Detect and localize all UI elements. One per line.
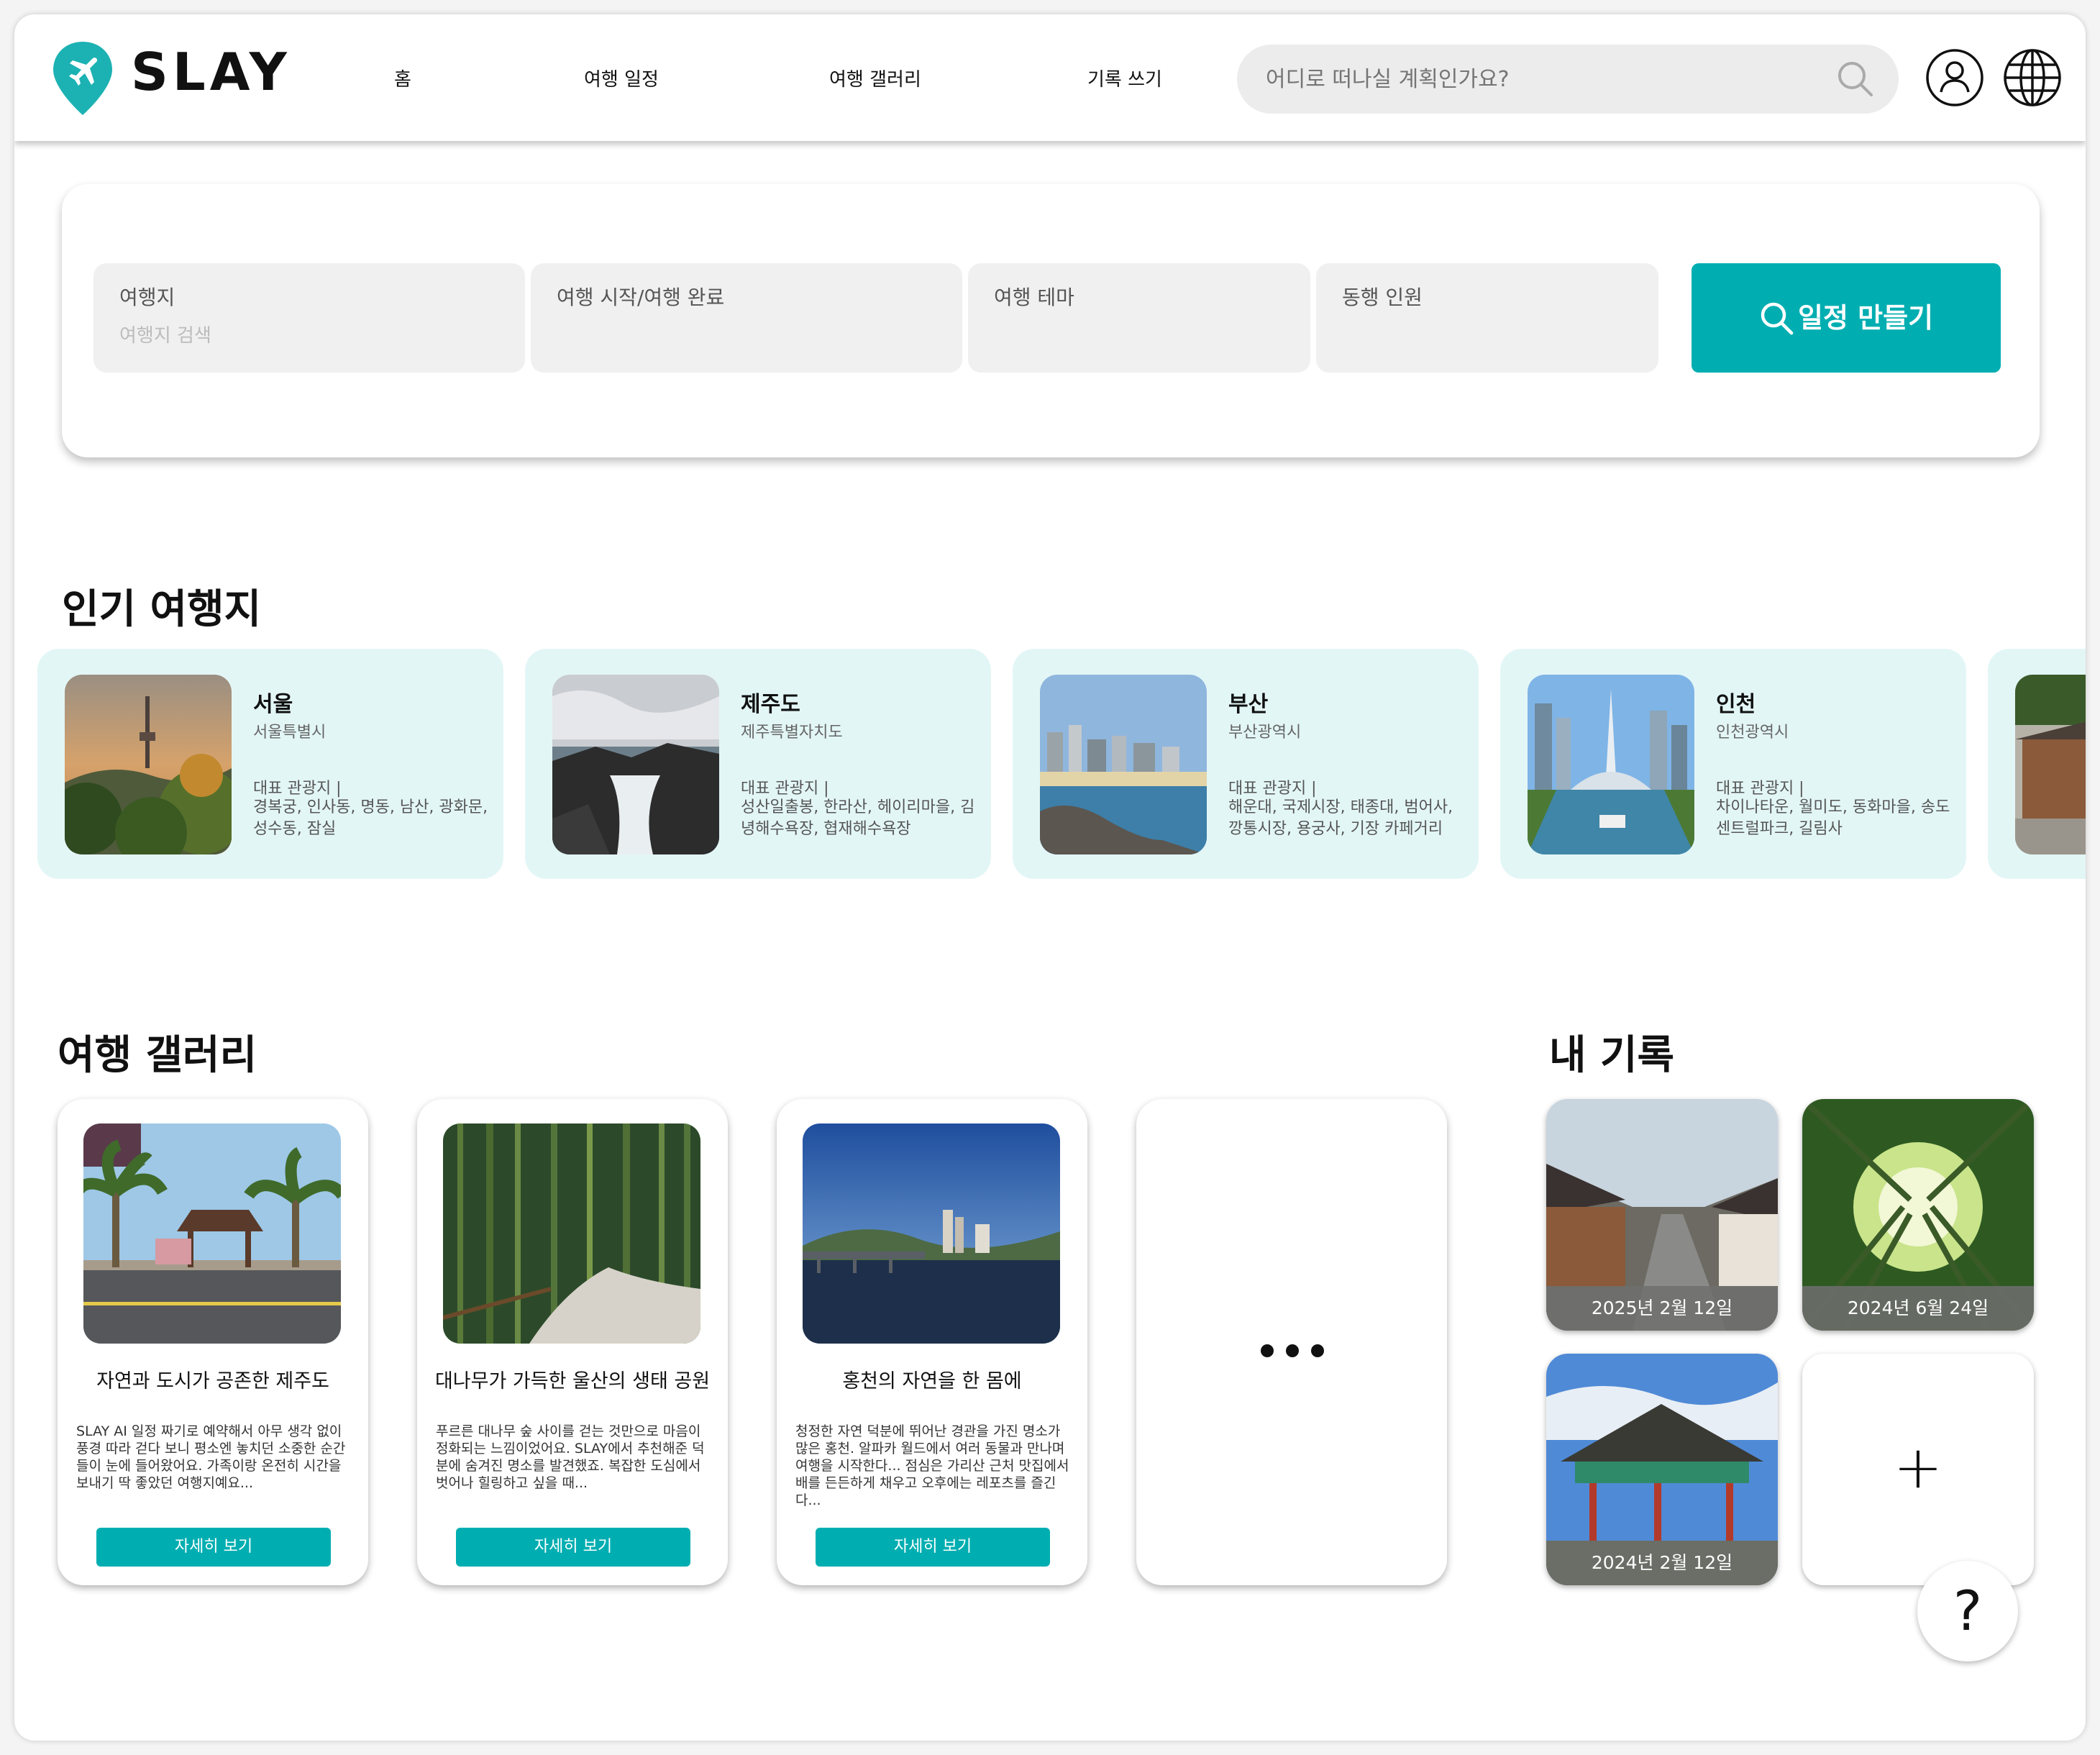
nav-home[interactable]: 홈 xyxy=(394,65,411,91)
seoul-image xyxy=(65,675,232,854)
companions-label: 동행 인원 xyxy=(1342,286,1423,309)
destination-highlight-label: 대표 관광지 | xyxy=(741,780,829,798)
destination-image xyxy=(2015,675,2086,854)
app-frame: SLAY 홈 여행 일정 여행 갤러리 기록 쓰기 여행지 여행 xyxy=(14,14,2086,1741)
destination-name: 인천 xyxy=(1716,692,1756,717)
gallery-description: 청정한 자연 덕분에 뛰어난 경관을 가진 명소가 많은 홍천. 알파카 월드에… xyxy=(795,1423,1069,1508)
destination-region: 인천광역시 xyxy=(1716,724,1789,742)
gallery-image-jeju-street xyxy=(83,1123,341,1344)
trip-planner: 여행지 여행지 검색 여행 시작/여행 완료 여행 테마 동행 인원 일정 만들… xyxy=(62,184,2040,457)
gallery-title-text: 자연과 도시가 공존한 제주도 xyxy=(96,1370,329,1392)
gallery-title: 여행 갤러리 xyxy=(58,1032,257,1079)
destination-region: 제주특별자치도 xyxy=(741,724,843,742)
gallery-card: 자연과 도시가 공존한 제주도 SLAY AI 일정 짜기로 예약해서 아무 생… xyxy=(58,1099,368,1585)
destination-placeholder: 여행지 검색 xyxy=(119,325,211,347)
logo-pin-plane-icon[interactable] xyxy=(50,39,115,118)
gallery-description: 푸르른 대나무 숲 사이를 걷는 것만으로 마음이 정화되는 느낌이었어요. S… xyxy=(436,1423,705,1491)
record-date: 2025년 2월 12일 xyxy=(1546,1286,1778,1331)
date-range-field[interactable]: 여행 시작/여행 완료 xyxy=(531,263,962,373)
record-card[interactable]: 2025년 2월 12일 xyxy=(1546,1099,1778,1331)
search-bar xyxy=(1237,45,1899,114)
record-card[interactable]: 2024년 2월 12일 xyxy=(1546,1354,1778,1585)
destination-spots: 해운대, 국제시장, 태종대, 범어사, 깡통시장, 용궁사, 기장 카페거리 xyxy=(1228,798,1453,838)
gallery-image-bamboo-path xyxy=(443,1123,700,1344)
destination-name: 부산 xyxy=(1228,692,1269,717)
record-card[interactable]: 2024년 6월 24일 xyxy=(1802,1099,2034,1331)
help-button[interactable]: ? xyxy=(1917,1561,2018,1661)
destination-spots: 경복궁, 인사동, 명동, 남산, 광화문, 성수동, 잠실 xyxy=(253,798,488,838)
more-icon xyxy=(1261,1344,1324,1357)
theme-field[interactable]: 여행 테마 xyxy=(968,263,1310,373)
nav-gallery[interactable]: 여행 갤러리 xyxy=(829,65,921,91)
theme-label: 여행 테마 xyxy=(994,286,1074,309)
destination-name: 서울 xyxy=(253,692,293,717)
destination-card-jeju[interactable]: 제주도 제주특별자치도 대표 관광지 | 성산일출봉, 한라산, 헤이리마을, … xyxy=(525,649,991,879)
records-title: 내 기록 xyxy=(1549,1032,1675,1079)
gallery-title-text: 대나무가 가득한 울산의 생태 공원 xyxy=(434,1370,711,1392)
destination-highlight-label: 대표 관광지 | xyxy=(253,780,342,798)
destination-spots: 차이나타운, 월미도, 동화마을, 송도 센트럴파크, 길림사 xyxy=(1716,798,1950,838)
date-range-label: 여행 시작/여행 완료 xyxy=(557,286,725,309)
destination-region: 부산광역시 xyxy=(1228,724,1302,742)
destination-card-incheon[interactable]: 인천 인천광역시 대표 관광지 | 차이나타운, 월미도, 동화마을, 송도 센… xyxy=(1500,649,1966,879)
header: SLAY 홈 여행 일정 여행 갤러리 기록 쓰기 xyxy=(14,14,2086,141)
user-icon[interactable] xyxy=(1925,47,1985,108)
add-record-button[interactable]: + xyxy=(1802,1354,2034,1585)
gallery-title-text: 홍천의 자연을 한 몸에 xyxy=(842,1370,1022,1392)
destination-highlight-label: 대표 관광지 | xyxy=(1228,780,1317,798)
destination-highlight-label: 대표 관광지 | xyxy=(1716,780,1804,798)
destination-label: 여행지 xyxy=(119,286,175,309)
gallery-card: 홍천의 자연을 한 몸에 청정한 자연 덕분에 뛰어난 경관을 가진 명소가 많… xyxy=(777,1099,1087,1585)
gallery-card: 대나무가 가득한 울산의 생태 공원 푸르른 대나무 숲 사이를 걷는 것만으로… xyxy=(417,1099,728,1585)
record-date: 2024년 2월 12일 xyxy=(1546,1541,1778,1585)
create-itinerary-button[interactable]: 일정 만들기 xyxy=(1692,263,2001,373)
destination-card-partial[interactable] xyxy=(1988,649,2086,879)
destination-spots: 성산일출봉, 한라산, 헤이리마을, 김녕해수욕장, 협재해수욕장 xyxy=(741,798,975,838)
nav-write-record[interactable]: 기록 쓰기 xyxy=(1087,65,1162,91)
record-date: 2024년 6월 24일 xyxy=(1802,1286,2034,1331)
view-details-button[interactable]: 자세히 보기 xyxy=(456,1528,690,1567)
plus-icon: + xyxy=(1893,1433,1943,1502)
brand-name[interactable]: SLAY xyxy=(131,46,291,98)
destination-name: 제주도 xyxy=(741,692,800,717)
search-icon xyxy=(1761,302,1794,335)
create-itinerary-label: 일정 만들기 xyxy=(1798,302,1934,334)
gallery-more-card[interactable] xyxy=(1136,1099,1447,1585)
search-input[interactable] xyxy=(1266,45,1827,114)
view-details-button[interactable]: 자세히 보기 xyxy=(816,1528,1050,1567)
gallery-description: SLAY AI 일정 짜기로 예약해서 아무 생각 없이 풍경 따라 걷다 보니… xyxy=(76,1423,346,1491)
nav-itinerary[interactable]: 여행 일정 xyxy=(584,65,659,91)
destination-field[interactable]: 여행지 여행지 검색 xyxy=(93,263,525,373)
jeju-image xyxy=(552,675,719,854)
gallery-image-river-bridge xyxy=(803,1123,1060,1344)
view-details-button[interactable]: 자세히 보기 xyxy=(96,1528,331,1567)
destination-card-seoul[interactable]: 서울 서울특별시 대표 관광지 | 경복궁, 인사동, 명동, 남산, 광화문,… xyxy=(37,649,503,879)
destination-region: 서울특별시 xyxy=(253,724,327,742)
incheon-image xyxy=(1528,675,1694,854)
search-icon[interactable] xyxy=(1834,58,1877,101)
busan-image xyxy=(1040,675,1207,854)
companions-field[interactable]: 동행 인원 xyxy=(1316,263,1658,373)
popular-title: 인기 여행지 xyxy=(62,586,262,633)
globe-icon[interactable] xyxy=(2002,47,2063,108)
destination-card-busan[interactable]: 부산 부산광역시 대표 관광지 | 해운대, 국제시장, 태종대, 범어사, 깡… xyxy=(1013,649,1479,879)
